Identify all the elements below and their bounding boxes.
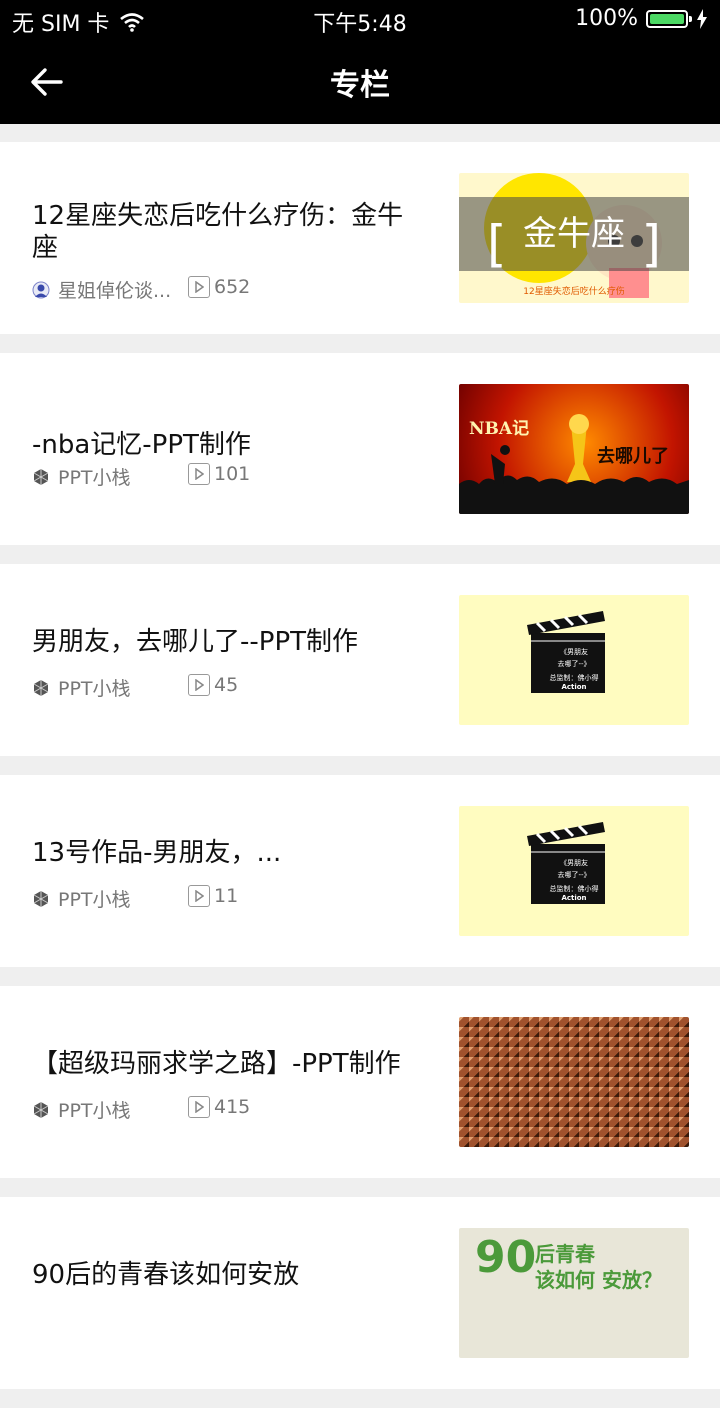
list-item[interactable]: 男朋友，去哪儿了--PPT制作 PPT小栈 45 《男朋友 去哪了--》 总监制… — [0, 564, 720, 756]
play-icon — [188, 1096, 210, 1118]
list-item[interactable]: -nba记忆-PPT制作 PPT小栈 101 NBA记 去哪儿了 — [0, 353, 720, 545]
clapper-line-4: Action — [561, 683, 587, 691]
clapper-line-2: 去哪了--》 — [557, 660, 591, 668]
navigation-bar: 专栏 — [0, 40, 720, 124]
list-item[interactable]: 【超级玛丽求学之路】-PPT制作 PPT小栈 415 — [0, 986, 720, 1178]
item-title: -nba记忆-PPT制作 — [32, 430, 251, 460]
author-avatar-icon — [32, 281, 50, 298]
thumb-title: NBA记 — [469, 419, 530, 439]
play-count: 652 — [188, 276, 250, 298]
item-author: PPT小栈 — [58, 889, 131, 911]
play-icon — [188, 276, 210, 298]
list-item[interactable]: 13号作品-男朋友，... PPT小栈 11 《男朋友 去哪了--》 总监制：佛… — [0, 775, 720, 967]
item-author: PPT小栈 — [58, 467, 131, 489]
item-meta: PPT小栈 45 — [32, 674, 238, 701]
play-count-value: 11 — [214, 885, 239, 907]
thumb-subtitle: 12星座失恋后吃什么疗伤 — [523, 287, 625, 297]
play-count: 11 — [188, 885, 238, 907]
clapper-line-3: 总监制：佛小得 — [549, 885, 599, 893]
play-icon — [188, 463, 210, 485]
item-title: 12星座失恋后吃什么疗伤：金牛座 — [32, 201, 404, 263]
brick-pattern — [459, 1017, 689, 1147]
item-thumbnail: 《男朋友 去哪了--》 总监制：佛小得 Action — [459, 806, 689, 936]
play-icon — [188, 674, 210, 696]
battery-percent: 100% — [575, 6, 638, 31]
play-count-value: 415 — [214, 1096, 251, 1118]
item-title: 13号作品-男朋友，... — [32, 838, 282, 868]
play-count-value: 652 — [214, 276, 251, 298]
item-author: PPT小栈 — [58, 1100, 131, 1122]
clapper-line-3: 总监制：佛小得 — [549, 674, 599, 682]
item-meta: PPT小栈 11 — [32, 885, 238, 912]
item-thumbnail — [459, 1017, 689, 1147]
list-item[interactable]: 90后的青春该如何安放 90 后青春 该如何 安放？ — [0, 1197, 720, 1389]
status-bar: 无 SIM 卡 下午5:48 100% — [0, 0, 720, 40]
item-meta: PPT小栈 101 — [32, 463, 250, 490]
battery-icon — [646, 9, 692, 28]
item-author: PPT小栈 — [58, 678, 131, 700]
author-avatar-icon — [33, 468, 49, 485]
play-count: 415 — [188, 1096, 250, 1118]
item-thumbnail: [ 金牛座 ] 12星座失恋后吃什么疗伤 — [459, 173, 689, 303]
play-count: 45 — [188, 674, 238, 696]
clapper-line-2: 去哪了--》 — [557, 871, 591, 879]
item-title: 【超级玛丽求学之路】-PPT制作 — [32, 1049, 401, 1079]
author-avatar-icon — [33, 1101, 49, 1118]
item-title: 男朋友，去哪儿了--PPT制作 — [32, 627, 359, 657]
item-thumbnail: 90 后青春 该如何 安放？ — [459, 1228, 689, 1358]
page-title: 专栏 — [330, 68, 390, 103]
thumb-subtitle-2: 该如何 安放？ — [535, 1268, 662, 1292]
item-meta: 星姐倬伦谈... 652 — [32, 276, 250, 303]
item-thumbnail: 《男朋友 去哪了--》 总监制：佛小得 Action — [459, 595, 689, 725]
item-title: 90后的青春该如何安放 — [32, 1260, 300, 1290]
thumb-title: 90 — [475, 1232, 537, 1283]
clapper-line-4: Action — [561, 894, 587, 902]
play-count-value: 101 — [214, 463, 251, 485]
thumb-title: 金牛座 — [523, 214, 625, 254]
author-avatar-icon — [33, 890, 49, 907]
thumb-subtitle: 后青春 — [535, 1242, 595, 1266]
list-item[interactable]: 12星座失恋后吃什么疗伤：金牛座 星姐倬伦谈... 652 [金牛座] 12… — [0, 142, 720, 334]
thumb-subtitle: 去哪儿了 — [597, 446, 669, 467]
item-meta: PPT小栈 415 — [32, 1096, 250, 1123]
play-icon — [188, 885, 210, 907]
clapper-line-1: 《男朋友 — [560, 859, 588, 867]
author-avatar-icon — [33, 679, 49, 696]
thumb-overlay: [ 金牛座 ] 12星座失恋后吃什么疗伤 — [459, 197, 689, 297]
play-count-value: 45 — [214, 674, 239, 696]
column-list: 12星座失恋后吃什么疗伤：金牛座 星姐倬伦谈... 652 [金牛座] 12… — [0, 142, 720, 1408]
clapper-line-1: 《男朋友 — [560, 648, 588, 656]
item-author: 星姐倬伦谈... — [58, 280, 172, 302]
charging-bolt-icon — [697, 8, 707, 29]
play-count: 101 — [188, 463, 250, 485]
item-thumbnail: NBA记 去哪儿了 — [459, 384, 689, 514]
